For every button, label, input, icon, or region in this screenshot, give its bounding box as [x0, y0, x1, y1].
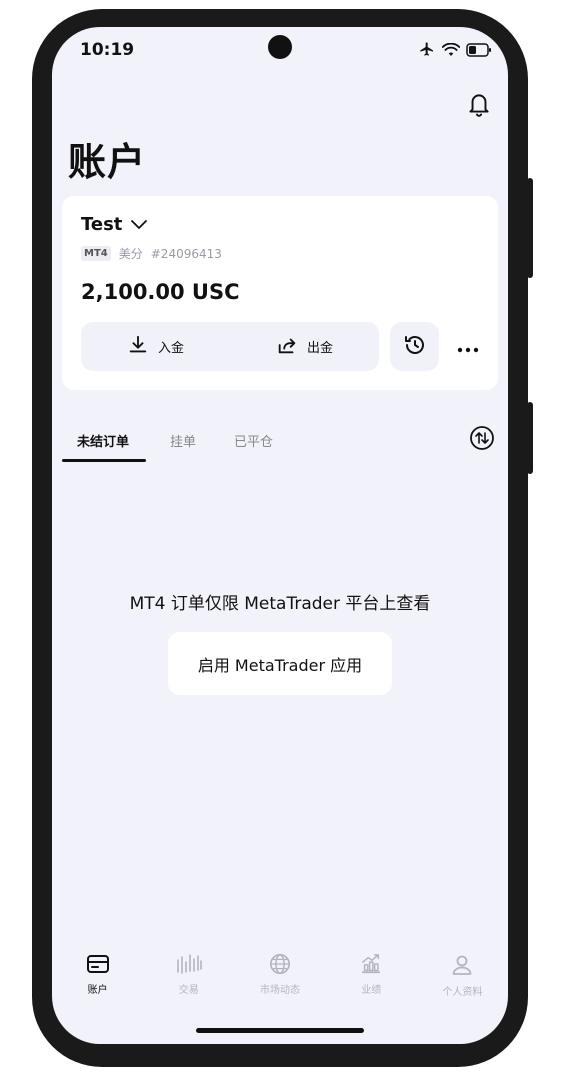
account-number: #24096413 [150, 246, 222, 261]
sort-icon[interactable] [469, 425, 495, 455]
page-title: 账户 [68, 140, 147, 184]
nav-item-performance[interactable]: 业绩 [326, 953, 417, 1013]
status-bar: 10:19 [52, 27, 508, 71]
chevron-down-icon [130, 215, 148, 234]
account-meta: MT4 美分 #24096413 [81, 245, 222, 262]
candles-icon [175, 953, 203, 975]
bottom-nav: 账户 交易 市场动态 业绩 个人资料 [52, 953, 508, 1013]
app-screen: 10:19 账户 Test MT4 美分 #24096413 2,100.00 … [52, 27, 508, 1044]
battery-icon [466, 42, 492, 61]
history-button[interactable] [390, 322, 439, 371]
account-selector[interactable]: Test [81, 214, 148, 235]
bell-icon[interactable] [466, 90, 492, 122]
deposit-label: 入金 [157, 341, 184, 356]
account-name: Test [81, 214, 123, 235]
nav-item-profile[interactable]: 个人资料 [417, 953, 508, 1013]
power-button [527, 178, 533, 278]
empty-state-message: MT4 订单仅限 MetaTrader 平台上查看 [129, 594, 431, 614]
more-icon [457, 338, 479, 357]
nav-item-market-news[interactable]: 市场动态 [234, 953, 325, 1013]
platform-badge: MT4 [81, 246, 111, 261]
share-arrow-icon [276, 334, 298, 360]
wallet-icon [86, 953, 110, 975]
withdraw-button[interactable]: 出金 [230, 322, 379, 371]
active-tab-indicator [62, 459, 146, 462]
nav-item-trade[interactable]: 交易 [143, 953, 234, 1013]
front-camera [268, 35, 292, 59]
tab-closed-orders[interactable]: 已平仓 [234, 431, 273, 450]
download-icon [127, 334, 149, 360]
deposit-button[interactable]: 入金 [81, 322, 230, 371]
account-balance: 2,100.00 USC [81, 280, 240, 304]
account-type: 美分 [118, 247, 143, 261]
history-icon [403, 333, 427, 361]
airplane-icon [418, 41, 436, 61]
tab-pending-orders[interactable]: 挂单 [170, 431, 196, 450]
nav-label-account: 账户 [87, 985, 108, 996]
order-tabs: 未结订单 挂单 已平仓 [62, 421, 498, 465]
profile-icon [450, 953, 474, 977]
tab-open-orders[interactable]: 未结订单 [77, 431, 129, 450]
wifi-icon [441, 42, 461, 61]
account-card: Test MT4 美分 #24096413 2,100.00 USC 入金 出金 [62, 196, 498, 390]
status-icons [418, 41, 492, 61]
home-indicator[interactable] [196, 1028, 364, 1033]
volume-button [527, 402, 533, 474]
fund-actions: 入金 出金 [81, 322, 379, 371]
nav-item-account[interactable]: 账户 [52, 953, 143, 1013]
more-button[interactable] [452, 332, 484, 362]
nav-label-trade: 交易 [178, 985, 199, 996]
nav-label-performance: 业绩 [361, 985, 382, 996]
globe-icon [268, 953, 292, 975]
nav-label-profile: 个人资料 [442, 987, 483, 998]
status-time: 10:19 [80, 40, 135, 60]
nav-label-market-news: 市场动态 [260, 985, 300, 996]
withdraw-label: 出金 [306, 341, 333, 356]
performance-icon [359, 953, 383, 975]
enable-metatrader-button[interactable]: 启用 MetaTrader 应用 [168, 632, 392, 695]
